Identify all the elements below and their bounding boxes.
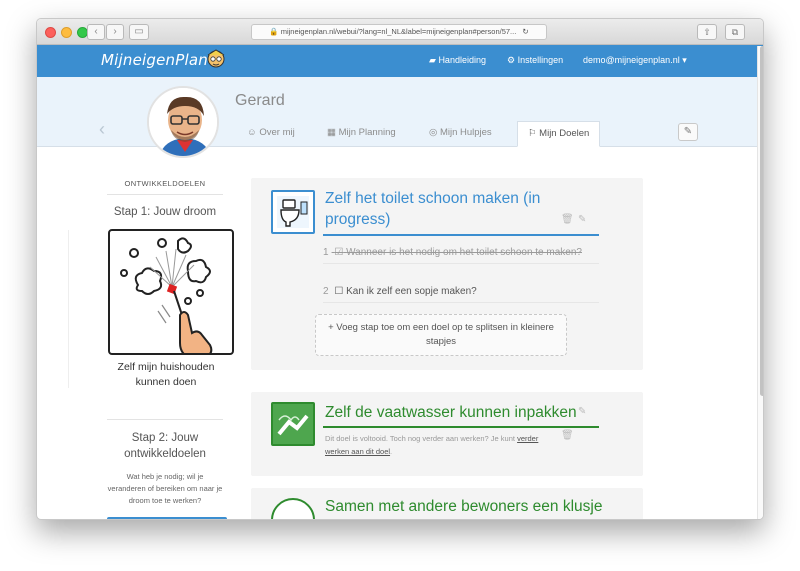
back-button[interactable]: ‹ (87, 24, 105, 40)
goal-card: Samen met andere bewoners een klusje (251, 488, 643, 519)
firework-hand-icon (120, 237, 213, 358)
tab-label: Mijn Hulpjes (439, 127, 492, 138)
step1-title: Stap 1: Jouw droom (113, 206, 217, 218)
manual-label: Handleiding (438, 55, 486, 65)
book-icon: ▰ (429, 55, 436, 65)
avatar-portrait-icon (149, 88, 217, 156)
tab-label: Mijn Doelen (539, 128, 590, 139)
tab-mijn-hulpjes[interactable]: ◎ Mijn Hulpjes (429, 121, 492, 147)
tabs-button[interactable]: ⧉ (725, 24, 745, 40)
user-menu[interactable]: demo@mijneigenplan.nl ▾ (583, 55, 687, 66)
user-circle-icon: ☺ (247, 127, 257, 138)
profile-name: Gerard (235, 92, 285, 109)
check-circle-icon (271, 498, 315, 519)
add-step-label: Voeg stap toe om een doel op te splitsen… (336, 322, 554, 347)
pencil-icon[interactable]: ✎ (578, 214, 586, 225)
tab-mijn-planning[interactable]: ▦ Mijn Planning (327, 121, 396, 147)
sidebar-divider (107, 419, 223, 420)
pencil-icon[interactable]: ✎ (578, 406, 586, 417)
step2-title: Stap 2: Jouw ontwikkeldoelen (124, 432, 206, 460)
dishwasher-icon (271, 402, 315, 446)
checkbox-checked-icon[interactable]: ☑ (334, 247, 343, 258)
lock-icon: 🔒 (269, 27, 279, 36)
scrollbar-thumb[interactable] (760, 46, 763, 396)
forward-button[interactable]: › (106, 24, 124, 40)
step-number: 2 (323, 286, 329, 297)
checkbox-empty-icon[interactable]: ☐ (334, 286, 343, 297)
edit-profile-button[interactable]: ✎ (678, 123, 698, 141)
goal-card: Zelf het toilet schoon maken (in progres… (251, 178, 643, 370)
dream-picture[interactable] (108, 229, 234, 358)
tab-over-mij[interactable]: ☺ Over mij (247, 121, 295, 147)
browser-titlebar: ‹ › ▭ 🔒 mijneigenplan.nl/webui/?lang=nl_… (37, 19, 763, 45)
share-button[interactable]: ⇧ (697, 24, 717, 40)
page-scrollbar[interactable] (757, 46, 763, 519)
trash-icon[interactable]: 🗑 (561, 214, 574, 225)
close-window-button[interactable] (45, 27, 56, 38)
pencil-icon: ✎ (683, 126, 693, 137)
logo-text[interactable]: MijneigenPlan (101, 51, 208, 69)
manual-link[interactable]: ▰ Handleiding (429, 55, 486, 66)
trash-icon[interactable]: 🗑 (561, 430, 574, 441)
calendar-icon: ▦ (327, 127, 336, 138)
address-bar[interactable]: 🔒 mijneigenplan.nl/webui/?lang=nl_NL&lab… (251, 24, 547, 40)
minimize-window-button[interactable] (61, 27, 72, 38)
url-text: mijneigenplan.nl/webui/?lang=nl_NL&label… (280, 27, 517, 36)
done-note-text: Dit doel is voltooid. Toch nog verder aa… (325, 434, 515, 443)
tab-label: Mijn Planning (338, 127, 396, 138)
goal-step[interactable]: 2 ☐ Kan ik zelf een sopje maken? (323, 284, 599, 303)
goal-title[interactable]: Zelf het toilet schoon maken (in progres… (325, 188, 565, 230)
logo-face-icon (207, 49, 225, 68)
reload-icon[interactable]: ↻ (522, 27, 528, 36)
settings-link[interactable]: ⚙ Instellingen (507, 55, 563, 66)
user-email: demo@mijneigenplan.nl (583, 55, 680, 65)
left-strip (37, 230, 69, 388)
goal-underline (323, 234, 599, 236)
step2-description: Wat heb je nodig; wil je veranderen of b… (107, 472, 223, 505)
goal-done-note: Dit doel is voltooid. Toch nog verder aa… (325, 434, 539, 456)
goal-step[interactable]: 1 ☑ Wanneer is het nodig om het toilet s… (323, 245, 599, 264)
plus-icon: + (328, 322, 334, 333)
tab-mijn-doelen[interactable]: ⚐ Mijn Doelen (517, 121, 601, 147)
top-navbar: MijneigenPlan ▰ Handleiding ⚙ Instelling… (37, 45, 763, 77)
goal-title[interactable]: Samen met andere bewoners een klusje (325, 496, 625, 517)
back-arrow-icon[interactable]: ‹ (99, 119, 105, 140)
step-text: Kan ik zelf een sopje maken? (346, 286, 477, 297)
step-number: 1 (323, 247, 329, 258)
tab-label: Over mij (259, 127, 295, 138)
settings-label: Instellingen (517, 55, 564, 65)
dream-text[interactable]: Zelf mijn huishouden kunnen doen (108, 360, 224, 390)
goal-underline (323, 426, 599, 428)
flag-icon: ⚐ (528, 128, 537, 139)
add-goal-button[interactable] (107, 517, 227, 519)
browser-window: ‹ › ▭ 🔒 mijneigenplan.nl/webui/?lang=nl_… (36, 18, 764, 520)
gear-icon: ⚙ (507, 55, 516, 65)
goal-card: Zelf de vaatwasser kunnen inpakken ✎ 🗑 D… (251, 392, 643, 476)
lifebuoy-icon: ◎ (429, 127, 438, 138)
avatar (147, 86, 219, 158)
screen: ‹ › ▭ 🔒 mijneigenplan.nl/webui/?lang=nl_… (0, 0, 800, 571)
add-step-button[interactable]: + Voeg stap toe om een doel op te splits… (315, 314, 567, 356)
sidebar-heading: ONTWIKKELDOELEN (107, 179, 223, 195)
caret-down-icon: ▾ (682, 55, 687, 65)
toilet-icon (271, 190, 315, 234)
sidebar-toggle-button[interactable]: ▭ (129, 24, 149, 40)
profile-header (37, 77, 763, 147)
step-text: Wanneer is het nodig om het toilet schoo… (346, 247, 582, 258)
